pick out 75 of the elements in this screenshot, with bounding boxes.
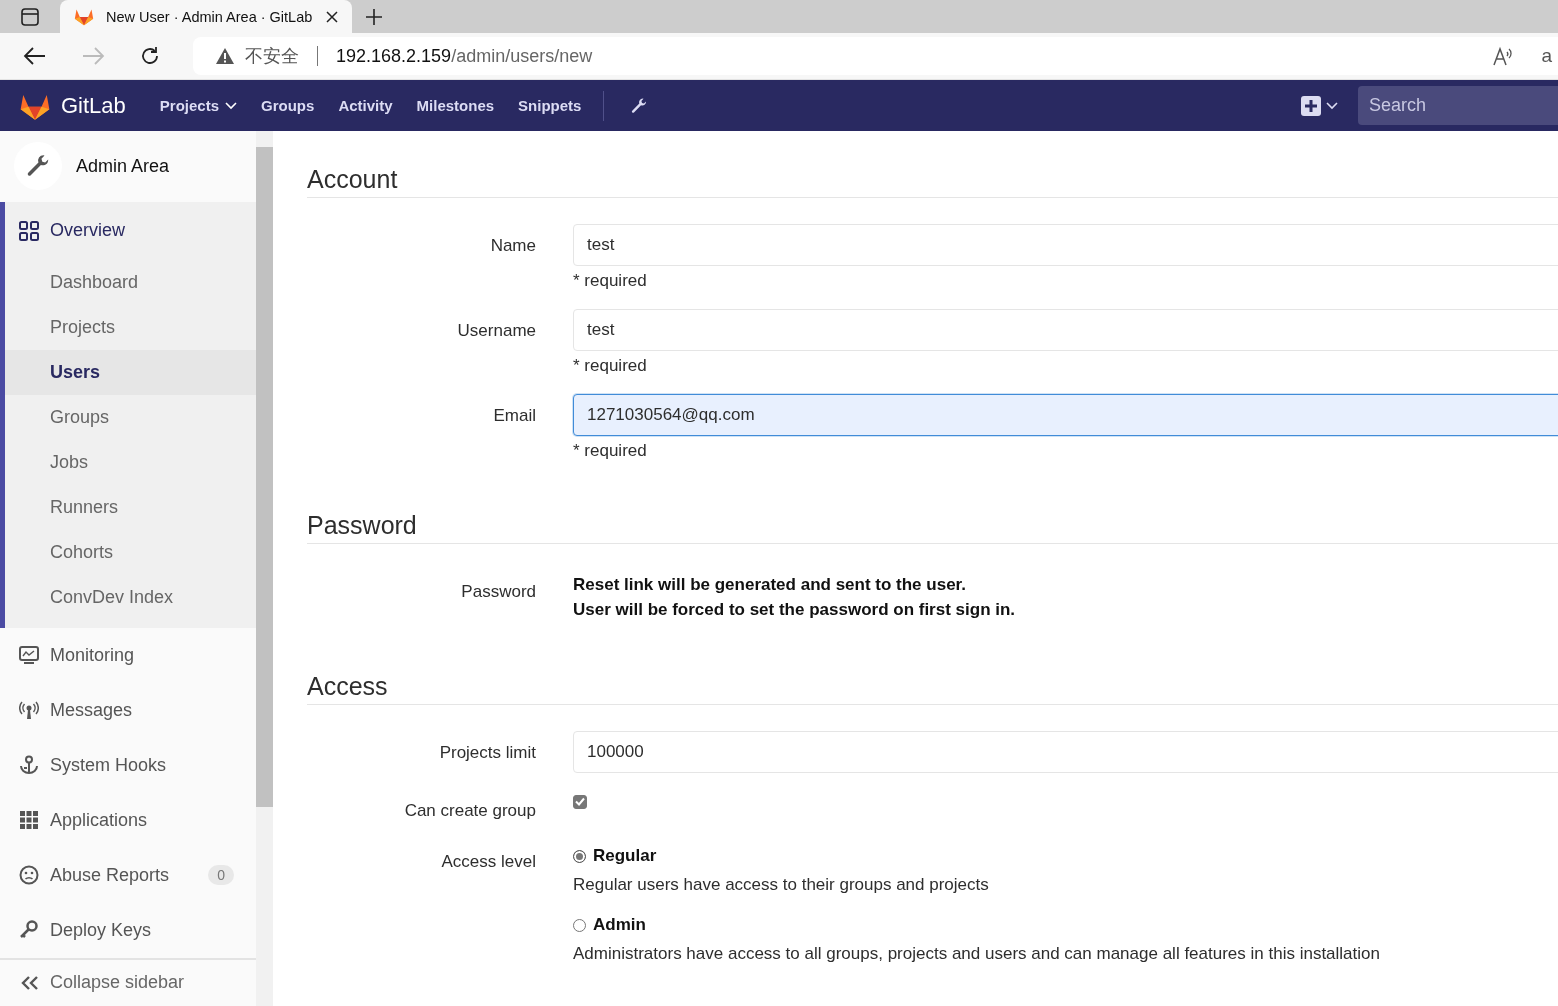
translate-button[interactable]: a xyxy=(1541,45,1552,67)
warning-icon xyxy=(215,47,235,65)
address-field[interactable]: 不安全 192.168.2.159/admin/users/new a xyxy=(193,37,1558,75)
field-label: Name xyxy=(489,235,537,257)
search-field[interactable]: Search xyxy=(1358,86,1558,125)
sad-face-icon xyxy=(19,865,39,886)
field-label: Password xyxy=(460,581,537,603)
sidebar-item[interactable]: Messages xyxy=(0,682,256,738)
info-text: Reset link will be generated and sent to the user. xyxy=(573,574,967,596)
option-label: Regular xyxy=(593,846,657,866)
sidebar-item[interactable]: Applications xyxy=(0,792,256,848)
radio-button[interactable] xyxy=(573,918,586,932)
info-text: User will be forced to set the password on first sign in. xyxy=(573,599,1017,621)
sidebar-subitem[interactable]: Dashboard xyxy=(5,259,256,305)
close-icon xyxy=(326,10,338,23)
sidebar-subitem[interactable]: Projects xyxy=(5,304,256,350)
sidebar-subitem[interactable]: ConvDev Index xyxy=(5,574,256,620)
plus-icon xyxy=(1301,95,1321,116)
sidebar-item[interactable]: Overview xyxy=(5,201,256,260)
sidebar-subitem[interactable]: Runners xyxy=(5,484,256,530)
gitlab-logo[interactable]: GitLab xyxy=(19,90,126,121)
new-button[interactable] xyxy=(1301,95,1338,116)
back-icon xyxy=(23,46,47,66)
broadcast-icon xyxy=(19,700,39,721)
input-field[interactable]: 100000 xyxy=(573,731,1558,773)
input-field[interactable]: test xyxy=(573,309,1558,351)
sidebar-subitem[interactable]: Users xyxy=(5,349,256,395)
sidebar-item[interactable]: Deploy Keys xyxy=(0,902,256,958)
sidebar-subitem[interactable]: Jobs xyxy=(5,439,256,485)
sidebar-subitem[interactable]: Groups xyxy=(5,394,256,440)
hint-text: * required xyxy=(573,356,648,376)
sidebar-item[interactable]: Monitoring xyxy=(0,627,256,683)
count-badge: 0 xyxy=(208,865,234,886)
nav-link[interactable]: Snippets xyxy=(518,97,582,114)
field-label: Email xyxy=(492,405,537,427)
reload-icon xyxy=(139,45,161,67)
sidebar-subitem[interactable]: Cohorts xyxy=(5,529,256,575)
nav-link[interactable]: Groups xyxy=(261,97,315,114)
new-tab-icon xyxy=(365,7,383,26)
nav-link[interactable]: Activity xyxy=(338,97,393,114)
input-field[interactable]: test xyxy=(573,224,1558,266)
section-heading: Account xyxy=(307,165,1558,198)
security-warning: 不安全 xyxy=(245,45,299,68)
grid-icon xyxy=(19,220,39,241)
sidebar-title: Admin Area xyxy=(76,155,170,177)
section-heading: Password xyxy=(307,511,1558,544)
field-label: Access level xyxy=(440,851,537,873)
browser-tab[interactable]: New User · Admin Area · GitLab xyxy=(60,0,352,33)
radio-button[interactable] xyxy=(573,849,586,863)
url-text: 192.168.2.159/admin/users/new xyxy=(336,45,593,67)
monitor-icon xyxy=(19,645,39,666)
field-label: Username xyxy=(456,320,537,342)
sidebar-toggle-icon xyxy=(21,7,39,26)
field-label: Can create group xyxy=(403,800,537,821)
caret-icon xyxy=(225,101,238,110)
option-description: Regular users have access to their groups and projects xyxy=(573,875,990,895)
checkmark-icon xyxy=(575,797,585,806)
anchor-icon xyxy=(19,755,39,776)
sidebar-item[interactable]: System Hooks xyxy=(0,737,256,793)
field-label: Projects limit xyxy=(438,742,537,764)
input-field[interactable]: 1271030564@qq.com xyxy=(573,394,1558,436)
hint-text: * required xyxy=(573,271,648,291)
sidebar-item[interactable]: Abuse Reports 0 xyxy=(0,847,256,903)
double-chevron-icon xyxy=(21,974,39,991)
forward-icon xyxy=(81,46,105,66)
option-description: Administrators have access to all groups, projects and users and can manage all features in this installation xyxy=(573,944,1381,964)
nav-link[interactable]: Milestones xyxy=(416,97,495,114)
nav-link[interactable]: Projects xyxy=(159,97,238,114)
apps-icon xyxy=(19,810,39,831)
section-heading: Access xyxy=(307,672,1558,705)
caret-icon xyxy=(1326,101,1338,110)
checkbox[interactable] xyxy=(573,795,587,809)
hint-text: * required xyxy=(573,441,648,461)
option-label: Admin xyxy=(593,915,646,935)
scrollbar[interactable] xyxy=(256,131,273,1006)
